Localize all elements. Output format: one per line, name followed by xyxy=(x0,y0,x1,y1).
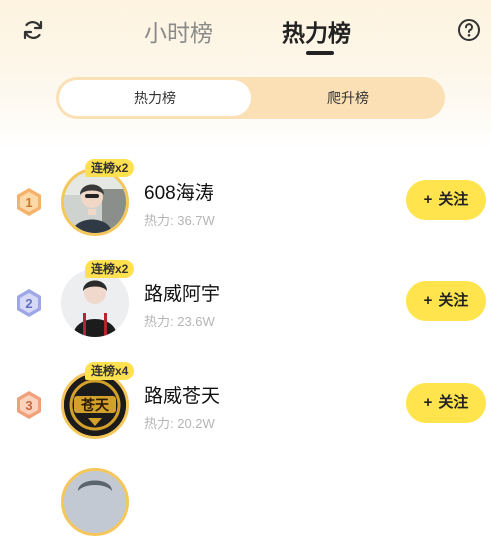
streak-badge: 连榜x2 xyxy=(85,159,135,177)
question-circle-icon xyxy=(458,19,480,41)
help-button[interactable] xyxy=(454,15,484,45)
streamer-name: 路威苍天 xyxy=(144,386,221,407)
streamer-name: 路威阿宇 xyxy=(144,284,221,305)
refresh-icon xyxy=(23,20,43,40)
segment-heat[interactable]: 热力榜 xyxy=(59,80,251,116)
avatar-container[interactable] xyxy=(61,468,129,536)
avatar-container[interactable]: 连榜x2 xyxy=(61,260,135,337)
heat-value: 热力: 20.2W xyxy=(144,416,215,431)
rank-number: 2 xyxy=(25,296,32,311)
avatar: 苍天 xyxy=(61,371,129,439)
follow-label: 关注 xyxy=(438,292,469,309)
follow-label: 关注 xyxy=(438,394,469,411)
avatar-image xyxy=(64,171,126,233)
follow-button[interactable]: + 关注 xyxy=(406,180,486,220)
follow-label: 关注 xyxy=(438,191,469,208)
avatar-container[interactable]: 苍天 连榜x4 xyxy=(61,362,135,439)
rank-number: 1 xyxy=(25,195,32,210)
avatar-image xyxy=(64,471,126,533)
list-item[interactable] xyxy=(0,460,491,560)
plus-icon: + xyxy=(423,191,433,208)
follow-button[interactable]: + 关注 xyxy=(406,383,486,423)
plus-icon: + xyxy=(423,394,433,411)
avatar-container[interactable]: 连榜x2 xyxy=(61,159,135,236)
svg-text:苍天: 苍天 xyxy=(80,398,110,414)
segment-climb[interactable]: 爬升榜 xyxy=(251,77,445,119)
ranking-type-switch: 热力榜 爬升榜 xyxy=(56,77,445,119)
tab-hourly[interactable]: 小时榜 xyxy=(144,14,213,48)
avatar xyxy=(61,269,129,337)
tab-hot[interactable]: 热力榜 xyxy=(282,14,351,48)
logo-emblem-icon: 苍天 xyxy=(64,374,126,436)
streak-badge: 连榜x2 xyxy=(85,260,135,278)
rank-badge-icon: 1 xyxy=(17,188,41,216)
heat-value: 热力: 36.7W xyxy=(144,213,215,228)
plus-icon: + xyxy=(423,292,433,309)
streak-badge: 连榜x4 xyxy=(85,362,135,380)
header: 小时榜 热力榜 xyxy=(0,0,491,62)
avatar xyxy=(61,468,129,536)
heat-value: 热力: 23.6W xyxy=(144,314,215,329)
rank-badge-icon: 2 xyxy=(17,289,41,317)
rank-badge-icon: 3 xyxy=(17,391,41,419)
avatar-image xyxy=(61,269,129,337)
refresh-button[interactable] xyxy=(18,15,48,45)
streamer-name: 608海涛 xyxy=(144,183,214,204)
active-tab-indicator xyxy=(306,51,334,55)
follow-button[interactable]: + 关注 xyxy=(406,281,486,321)
list-item[interactable]: 2 连榜x2 路威阿宇 热力: 23.6W + 关注 xyxy=(0,253,491,353)
avatar xyxy=(61,168,129,236)
list-item[interactable]: 1 连榜x2 608海涛 热力: 36.7W + 关注 xyxy=(0,152,491,252)
list-item[interactable]: 3 苍天 连榜x4 路威苍天 热力: 20.2W + 关注 xyxy=(0,355,491,455)
rank-number: 3 xyxy=(25,398,32,413)
